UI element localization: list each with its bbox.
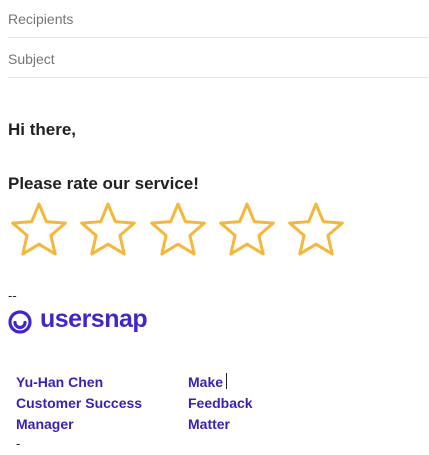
recipients-placeholder: Recipients [8,11,74,27]
signature-title-line-2: Manager [16,416,74,432]
signature-tagline-link[interactable]: Make Feedback Matter [188,372,268,435]
usersnap-logo-icon [8,310,32,334]
trailing-dash: - [16,436,21,451]
tagline-line-1: Make [188,374,224,390]
text-cursor [226,373,228,389]
recipients-field[interactable]: Recipients [8,0,428,38]
signature-title-line-1: Customer Success [16,395,143,411]
star-2-icon[interactable] [77,199,139,261]
star-rating [8,199,353,261]
star-1-icon[interactable] [8,199,70,261]
greeting-text: Hi there, [8,120,77,139]
subject-placeholder: Subject [8,51,55,67]
signature-name: Yu-Han Chen [16,374,104,390]
rating-prompt: Please rate our service! [8,174,199,193]
star-5-icon[interactable] [285,199,347,261]
usersnap-logo[interactable]: usersnap [8,305,168,336]
signature-separator: -- [8,288,17,303]
subject-field[interactable]: Subject [8,40,428,78]
tagline-line-3: Matter [188,416,231,432]
star-3-icon[interactable] [147,199,209,261]
star-4-icon[interactable] [216,199,278,261]
brand-name: usersnap [40,305,148,333]
tagline-line-2: Feedback [188,395,253,411]
signature-name-link[interactable]: Yu-Han Chen Customer Success Manager [16,372,166,435]
